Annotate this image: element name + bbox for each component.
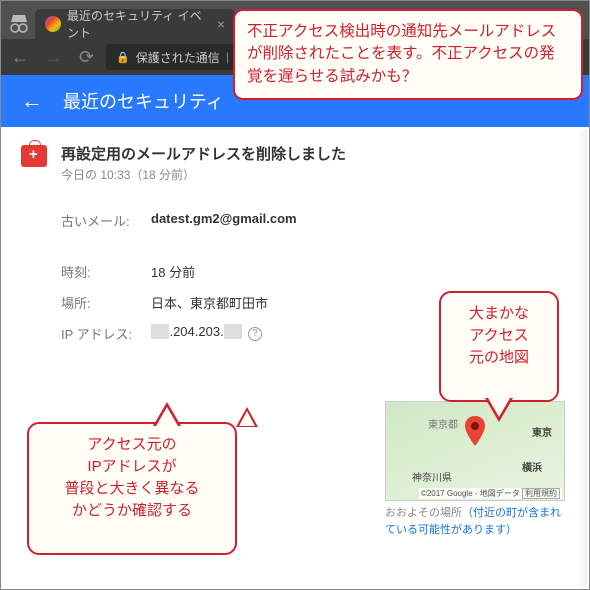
secure-label: 保護された通信: [136, 49, 220, 66]
tab-title: 最近のセキュリティ イベント: [67, 7, 207, 41]
map-attribution: ©2017 Google - 地図データ 利用規約: [419, 488, 562, 499]
map-block: 東京都 東京 横浜 神奈川県 ©2017 Google - 地図データ 利用規約…: [385, 401, 565, 538]
reload-button[interactable]: ⟳: [75, 47, 98, 68]
map-label-kanagawa: 神奈川県: [412, 469, 452, 484]
event-timestamp: 今日の 10:33（18 分前）: [61, 166, 346, 183]
map-label-yokohama: 横浜: [522, 459, 542, 474]
location-label: 場所:: [61, 293, 151, 312]
browser-tab[interactable]: 最近のセキュリティ イベント ×: [35, 9, 235, 39]
time-row: 時刻: 18 分前: [61, 262, 569, 281]
event-title: 再設定用のメールアドレスを削除しました: [61, 143, 346, 164]
page-title: 最近のセキュリティ: [63, 88, 224, 114]
callout-top: 不正アクセス検出時の通知先メールアドレスが削除されたことを表す。不正アクセスの発…: [233, 9, 583, 100]
google-favicon: [45, 16, 61, 32]
help-icon[interactable]: ?: [248, 327, 262, 341]
map-pin-icon: [464, 416, 486, 446]
forward-button: →: [41, 47, 67, 68]
map-caption: おおよその場所（付近の町が含まれている可能性があります）: [385, 505, 565, 538]
header-back-arrow[interactable]: ←: [21, 88, 43, 114]
location-map[interactable]: 東京都 東京 横浜 神奈川県 ©2017 Google - 地図データ 利用規約: [385, 401, 565, 501]
pointer-ip-wedge: [236, 407, 258, 427]
close-icon[interactable]: ×: [217, 16, 225, 32]
callout-map: 大まかな アクセス 元の地図: [439, 291, 559, 402]
old-email-value: datest.gm2@gmail.com: [151, 211, 297, 230]
incognito-icon: [7, 13, 31, 33]
old-email-row: 古いメール: datest.gm2@gmail.com: [61, 211, 569, 230]
callout-ip: アクセス元の IPアドレスが 普段と大きく異なる かどうか確認する: [27, 422, 237, 555]
ip-label: IP アドレス:: [61, 324, 151, 343]
ip-value: 00.204.203.00?: [151, 324, 262, 343]
scrollbar[interactable]: [577, 129, 587, 587]
medkit-icon: [21, 145, 47, 167]
time-label: 時刻:: [61, 262, 151, 281]
event-header: 再設定用のメールアドレスを削除しました 今日の 10:33（18 分前）: [21, 143, 569, 183]
lock-icon: 🔒: [116, 51, 130, 64]
old-email-label: 古いメール:: [61, 211, 151, 230]
map-label-tokyo: 東京: [532, 424, 552, 439]
time-value: 18 分前: [151, 262, 195, 281]
back-button[interactable]: ←: [7, 47, 33, 68]
map-label-tokyo-pref: 東京都: [428, 416, 458, 431]
location-value: 日本、東京都町田市: [151, 293, 268, 312]
